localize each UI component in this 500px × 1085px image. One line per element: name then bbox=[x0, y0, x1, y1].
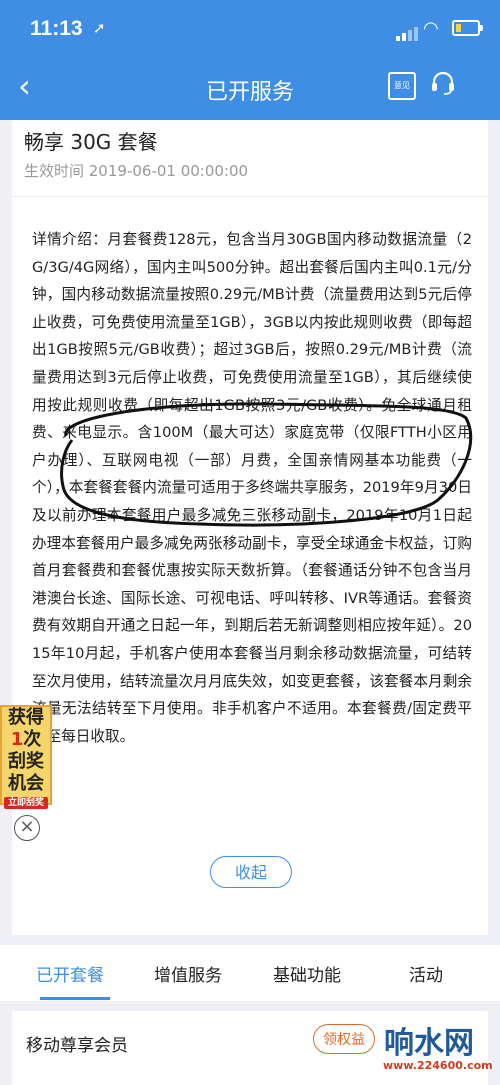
promo-line1: 获得 bbox=[8, 707, 44, 728]
member-title: 移动尊享会员 bbox=[26, 1036, 128, 1056]
tab-bar: 已开套餐 增值服务 基础功能 活动 bbox=[0, 945, 500, 1001]
claim-benefits-button[interactable]: 领权益 bbox=[313, 1024, 375, 1054]
tab-activities[interactable]: 活动 bbox=[409, 961, 443, 986]
promo-tag: 立即刮奖 bbox=[4, 797, 48, 809]
promo-line3: 机会 bbox=[8, 773, 44, 794]
watermark-url: www.224600.com bbox=[383, 1059, 493, 1072]
close-circle-icon[interactable]: × bbox=[14, 815, 40, 841]
promo-count: 1 bbox=[10, 729, 24, 750]
promo-line1b: 次 bbox=[23, 729, 42, 750]
tab-basic-functions[interactable]: 基础功能 bbox=[273, 961, 341, 986]
promo-line2: 刮奖 bbox=[8, 751, 44, 772]
tab-value-added-services[interactable]: 增值服务 bbox=[154, 961, 222, 986]
handdrawn-circle-annotation bbox=[60, 402, 473, 527]
active-tab-indicator bbox=[40, 997, 110, 1000]
tab-subscribed-packages[interactable]: 已开套餐 bbox=[36, 961, 104, 986]
collapse-button[interactable]: 收起 bbox=[210, 856, 292, 888]
scratch-card-promo[interactable]: 获得 1次 刮奖 机会 立即刮奖 bbox=[0, 705, 52, 809]
watermark-logo: 响水网 bbox=[384, 1026, 474, 1061]
